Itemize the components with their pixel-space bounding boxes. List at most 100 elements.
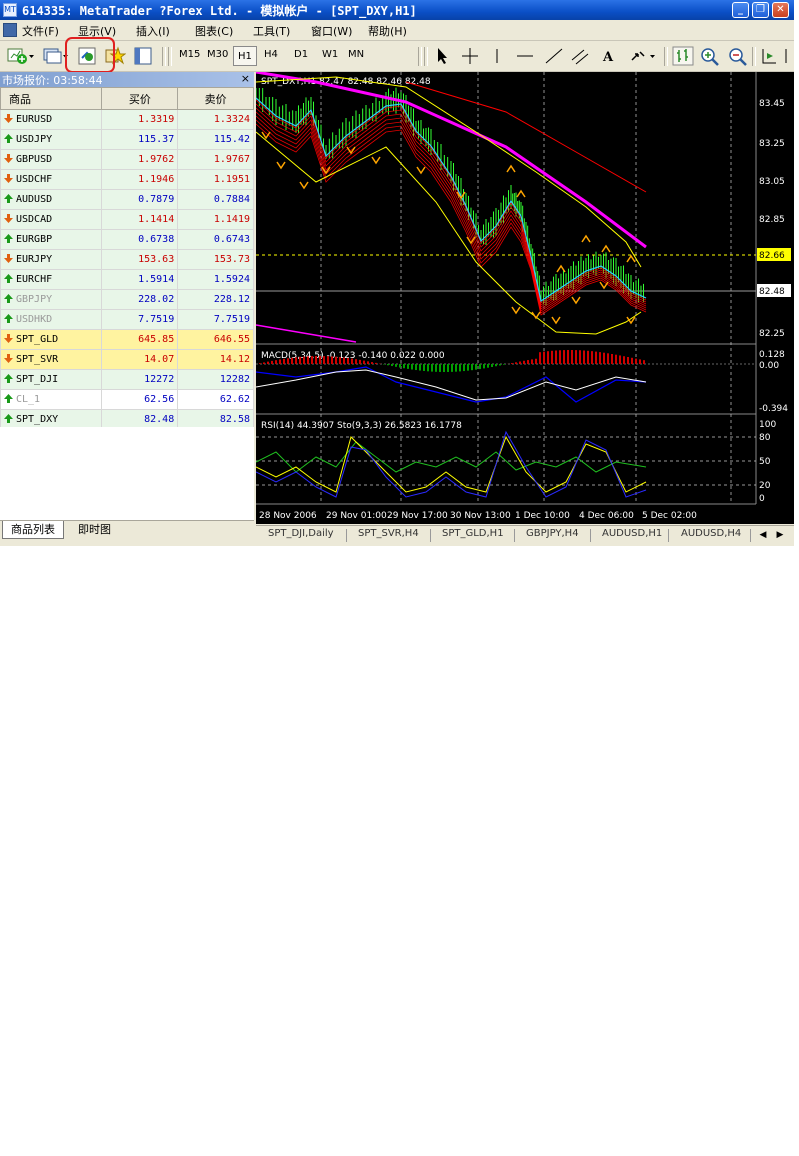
market-watch-empty-area (0, 427, 254, 520)
chart-tab-spt-svr-h4[interactable]: SPT_SVR,H4 (358, 528, 419, 539)
quote-symbol[interactable]: GBPUSD (0, 149, 103, 170)
quote-row[interactable]: AUDUSD 0.7879 0.7884 (0, 189, 254, 210)
chart-tab-gbpjpy-h4[interactable]: GBPJPY,H4 (526, 528, 579, 539)
menu-help[interactable]: 帮助(H) (368, 23, 407, 39)
fractal-up-marker (601, 244, 611, 253)
timeframe-w1[interactable]: W1 (322, 49, 338, 60)
autoscroll-icon[interactable] (783, 46, 794, 66)
fractal-up-marker (581, 234, 591, 243)
menu-insert[interactable]: 插入(I) (136, 23, 170, 39)
quote-row[interactable]: EURGBP 0.6738 0.6743 (0, 229, 254, 250)
quote-row[interactable]: SPT_DJI 12272 12282 (0, 369, 254, 390)
quote-symbol[interactable]: USDCAD (0, 209, 103, 230)
quote-row[interactable]: USDHKD 7.7519 7.7519 (0, 309, 254, 330)
chart-tab-audusd-h4[interactable]: AUDUSD,H4 (681, 528, 741, 539)
quote-row[interactable]: CL_1 62.56 62.62 (0, 389, 254, 410)
bid-price: 0.7879 (101, 189, 179, 210)
cursor-icon[interactable] (432, 46, 452, 66)
bid-price: 1.3319 (101, 109, 179, 130)
quote-row[interactable]: SPT_GLD 645.85 646.55 (0, 329, 254, 350)
macd-line (255, 366, 647, 403)
text-label-icon[interactable]: A (600, 46, 620, 66)
fractal-down-marker (511, 306, 521, 315)
tab-tick-chart[interactable]: 即时图 (70, 521, 119, 539)
tab-symbols[interactable]: 商品列表 (2, 521, 64, 539)
quote-symbol[interactable]: USDHKD (0, 309, 103, 330)
price-tick-label: 83.05 (759, 177, 785, 187)
new-chart-icon[interactable] (6, 46, 36, 66)
timeframe-m15[interactable]: M15 (179, 49, 200, 60)
market-watch-close-icon[interactable]: × (241, 72, 250, 85)
menu-tools[interactable]: 工具(T) (253, 23, 290, 39)
trendline-icon[interactable] (543, 46, 565, 66)
crosshair-icon[interactable] (459, 46, 481, 66)
zoom-out-icon[interactable] (727, 46, 749, 66)
column-header-ask[interactable]: 卖价 (177, 87, 254, 110)
vertical-line-icon[interactable] (489, 46, 505, 66)
ask-price: 228.12 (177, 289, 254, 310)
chart-shift-icon[interactable] (759, 46, 779, 66)
highlight-box (65, 37, 115, 73)
price-chart[interactable]: 83.4583.2583.0582.8582.6682.4882.2582.66… (255, 70, 794, 524)
horizontal-line-icon[interactable] (514, 46, 536, 66)
quote-symbol[interactable]: USDJPY (0, 129, 103, 150)
quote-row[interactable]: GBPUSD 1.9762 1.9767 (0, 149, 254, 170)
quote-row[interactable]: EURUSD 1.3319 1.3324 (0, 109, 254, 130)
tab-scroll-right-icon[interactable]: ▶ (773, 528, 787, 542)
timeframe-mn[interactable]: MN (348, 49, 364, 60)
long-ma-tail (255, 324, 357, 343)
chart-tab-spt-gld-h1[interactable]: SPT_GLD,H1 (442, 528, 504, 539)
quote-symbol[interactable]: EURGBP (0, 229, 103, 250)
quote-symbol[interactable]: SPT_GLD (0, 329, 103, 350)
quote-row[interactable]: USDCAD 1.1414 1.1419 (0, 209, 254, 230)
quote-symbol[interactable]: EURUSD (0, 109, 103, 130)
quote-symbol[interactable]: CL_1 (0, 389, 103, 410)
fractal-down-marker (371, 156, 381, 165)
quote-symbol[interactable]: EURJPY (0, 249, 103, 270)
arrows-icon[interactable] (628, 46, 658, 66)
timeframe-d1[interactable]: D1 (294, 49, 308, 60)
channel-icon[interactable] (570, 46, 594, 66)
fractal-down-marker (299, 181, 309, 190)
symbol-label: USDHKD (16, 314, 53, 325)
quote-row[interactable]: GBPJPY 228.02 228.12 (0, 289, 254, 310)
timeframe-h4[interactable]: H4 (264, 49, 278, 60)
terminal-icon[interactable] (133, 46, 153, 66)
chart-window[interactable]: 83.4583.2583.0582.8582.6682.4882.2582.66… (255, 70, 794, 524)
chart-tab-audusd-h1[interactable]: AUDUSD,H1 (602, 528, 662, 539)
quote-symbol[interactable]: SPT_SVR (0, 349, 103, 370)
up-arrow-icon (4, 194, 13, 203)
quote-symbol[interactable]: USDCHF (0, 169, 103, 190)
quote-symbol[interactable]: EURCHF (0, 269, 103, 290)
column-header-symbol[interactable]: 商品 (0, 87, 103, 110)
toolbar: M15 M30 H1 H4 D1 W1 MN A (0, 41, 794, 72)
timeframe-m30[interactable]: M30 (207, 49, 228, 60)
lower-envelope-line (255, 131, 642, 335)
menu-file[interactable]: 文件(F) (22, 23, 59, 39)
chart-tab-spt-dji-daily[interactable]: SPT_DJI,Daily (268, 528, 334, 539)
quote-symbol[interactable]: AUDUSD (0, 189, 103, 210)
quote-symbol[interactable]: GBPJPY (0, 289, 103, 310)
quote-row[interactable]: SPT_SVR 14.07 14.12 (0, 349, 254, 370)
menu-chart[interactable]: 图表(C) (195, 23, 233, 39)
quote-row[interactable]: EURJPY 153.63 153.73 (0, 249, 254, 270)
app-icon: MT (3, 3, 17, 17)
quote-row[interactable]: USDCHF 1.1946 1.1951 (0, 169, 254, 190)
quote-row[interactable]: EURCHF 1.5914 1.5924 (0, 269, 254, 290)
bid-price: 153.63 (101, 249, 179, 270)
restore-button[interactable]: ❐ (752, 2, 769, 18)
quote-row[interactable]: USDJPY 115.37 115.42 (0, 129, 254, 150)
zoom-in-icon[interactable] (699, 46, 721, 66)
tab-scroll-left-icon[interactable]: ◀ (756, 528, 770, 542)
bid-price: 12272 (101, 369, 179, 390)
bar-chart-icon[interactable] (672, 46, 694, 66)
column-header-bid[interactable]: 买价 (101, 87, 179, 110)
fractal-down-marker (571, 296, 581, 305)
close-button[interactable]: ✕ (772, 2, 789, 18)
minimize-button[interactable]: _ (732, 2, 749, 18)
fractal-up-marker (506, 164, 516, 173)
menu-window[interactable]: 窗口(W) (311, 23, 352, 39)
up-arrow-icon (4, 314, 13, 323)
timeframe-h1[interactable]: H1 (233, 46, 257, 66)
quote-symbol[interactable]: SPT_DJI (0, 369, 103, 390)
